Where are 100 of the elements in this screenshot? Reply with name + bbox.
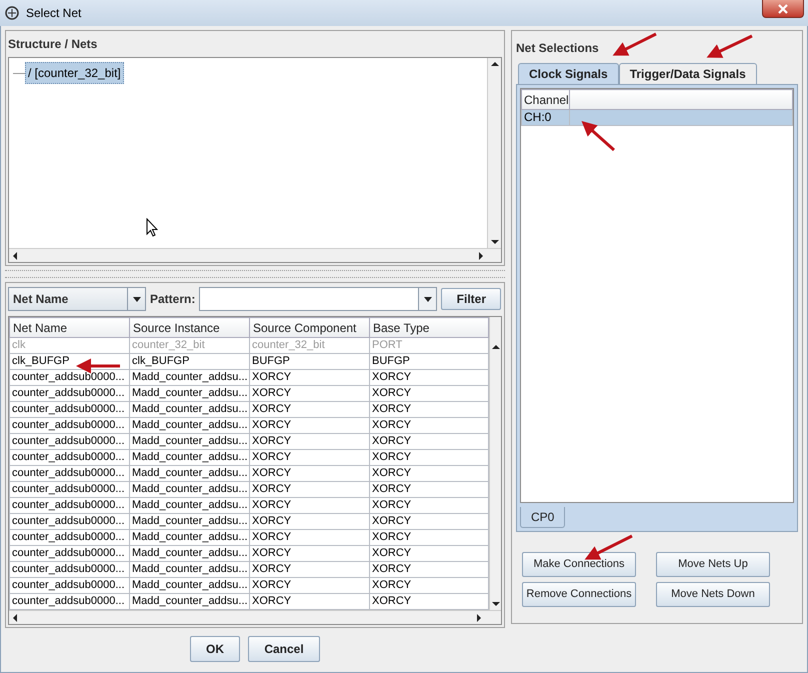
table-cell: Madd_counter_addsu... — [130, 578, 250, 594]
action-button[interactable]: Move Nets Up — [656, 552, 770, 577]
table-cell: XORCY — [370, 418, 488, 434]
table-cell: XORCY — [370, 578, 488, 594]
table-cell: clk_BUFGP — [130, 354, 250, 370]
table-cell: XORCY — [370, 386, 488, 402]
table-cell: counter_addsub0000... — [10, 450, 130, 466]
table-cell: clk — [10, 338, 130, 354]
pattern-label: Pattern: — [150, 291, 196, 308]
table-cell: counter_addsub0000... — [10, 530, 130, 546]
table-cell: BUFGP — [250, 354, 370, 370]
table-cell: XORCY — [250, 450, 370, 466]
annotation-arrow — [582, 121, 615, 152]
table-cell: counter_addsub0000... — [10, 434, 130, 450]
vertical-scrollbar[interactable] — [489, 317, 501, 610]
filter-button[interactable]: Filter — [441, 288, 502, 310]
close-button[interactable] — [762, 0, 804, 18]
table-cell: XORCY — [250, 498, 370, 514]
action-button[interactable]: Move Nets Down — [656, 582, 770, 607]
table-cell: XORCY — [370, 514, 488, 530]
field-dropdown[interactable]: Net Name — [8, 287, 146, 311]
table-cell: PORT — [370, 338, 488, 354]
table-cell: XORCY — [250, 578, 370, 594]
table-cell: counter_addsub0000... — [10, 386, 130, 402]
tab[interactable]: CP0 — [520, 507, 566, 528]
window-title: Select Net — [26, 5, 82, 22]
table-cell: XORCY — [370, 498, 488, 514]
panel-title: Structure / Nets — [8, 36, 98, 53]
mouse-pointer-icon — [146, 218, 158, 237]
table-cell[interactable]: CH:0 — [522, 110, 570, 126]
table-cell: Madd_counter_addsu... — [130, 514, 250, 530]
table-cell: XORCY — [370, 434, 488, 450]
table-cell: Madd_counter_addsu... — [130, 498, 250, 514]
table-cell: counter_32_bit — [250, 338, 370, 354]
horizontal-scrollbar[interactable] — [9, 248, 501, 262]
close-icon — [778, 4, 788, 14]
table-cell: XORCY — [370, 402, 488, 418]
annotation-arrow — [584, 534, 633, 560]
pattern-field[interactable] — [199, 287, 438, 311]
horizontal-scrollbar[interactable] — [9, 610, 501, 624]
annotation-arrow — [706, 34, 753, 58]
table-cell: XORCY — [250, 562, 370, 578]
table-cell: Madd_counter_addsu... — [130, 370, 250, 386]
table-cell: counter_addsub0000... — [10, 370, 130, 386]
column-header[interactable]: Net Name — [10, 318, 130, 338]
table-cell: XORCY — [250, 370, 370, 386]
table-cell: counter_addsub0000... — [10, 546, 130, 562]
dialog-button[interactable]: OK — [190, 636, 240, 662]
table-cell: XORCY — [250, 418, 370, 434]
table-cell: counter_addsub0000... — [10, 466, 130, 482]
column-header[interactable]: Source Component — [250, 318, 370, 338]
table-cell: XORCY — [250, 466, 370, 482]
column-header[interactable]: Base Type — [370, 318, 488, 338]
table-cell: counter_addsub0000... — [10, 514, 130, 530]
app-icon — [4, 5, 20, 21]
table-cell: XORCY — [370, 370, 488, 386]
table-cell: counter_addsub0000... — [10, 578, 130, 594]
tab[interactable]: Clock Signals — [518, 63, 619, 84]
table-cell: XORCY — [250, 514, 370, 530]
table-cell: counter_addsub0000... — [10, 402, 130, 418]
table-cell: Madd_counter_addsu... — [130, 386, 250, 402]
table-cell: Madd_counter_addsu... — [130, 530, 250, 546]
action-button[interactable]: Remove Connections — [522, 582, 636, 607]
table-cell: Madd_counter_addsu... — [130, 466, 250, 482]
table-cell: Madd_counter_addsu... — [130, 418, 250, 434]
table-cell: counter_addsub0000... — [10, 498, 130, 514]
table-cell: XORCY — [250, 434, 370, 450]
table-cell: BUFGP — [370, 354, 488, 370]
table-cell: Madd_counter_addsu... — [130, 402, 250, 418]
table-cell: XORCY — [250, 386, 370, 402]
table-cell: XORCY — [250, 546, 370, 562]
column-header[interactable]: Channel — [522, 90, 570, 110]
table-cell: XORCY — [370, 482, 488, 498]
table-cell: clk_BUFGP — [10, 354, 130, 370]
table-cell: XORCY — [250, 482, 370, 498]
table-cell: XORCY — [250, 530, 370, 546]
table-cell: XORCY — [370, 450, 488, 466]
table-cell: XORCY — [370, 530, 488, 546]
table-cell: XORCY — [370, 546, 488, 562]
table-cell: counter_addsub0000... — [10, 418, 130, 434]
panel-title: Net Selections — [516, 40, 599, 57]
column-header[interactable]: Source Instance — [130, 318, 250, 338]
table-cell: Madd_counter_addsu... — [130, 562, 250, 578]
table-cell: XORCY — [250, 402, 370, 418]
annotation-arrow — [76, 358, 120, 374]
splitter-bar[interactable] — [5, 270, 505, 278]
table-cell: XORCY — [370, 466, 488, 482]
table-cell: counter_32_bit — [130, 338, 250, 354]
annotation-arrow — [612, 32, 657, 56]
tree-item[interactable]: / [counter_32_bit] — [25, 62, 124, 84]
dialog-button[interactable]: Cancel — [248, 636, 320, 662]
vertical-scrollbar[interactable] — [487, 58, 501, 248]
table-cell: Madd_counter_addsu... — [130, 450, 250, 466]
table-cell: Madd_counter_addsu... — [130, 434, 250, 450]
table-cell: counter_addsub0000... — [10, 482, 130, 498]
action-button[interactable]: Make Connections — [522, 552, 636, 577]
table-cell: XORCY — [370, 562, 488, 578]
tab[interactable]: Trigger/Data Signals — [618, 63, 757, 84]
table-cell: Madd_counter_addsu... — [130, 482, 250, 498]
table-cell: Madd_counter_addsu... — [130, 546, 250, 562]
